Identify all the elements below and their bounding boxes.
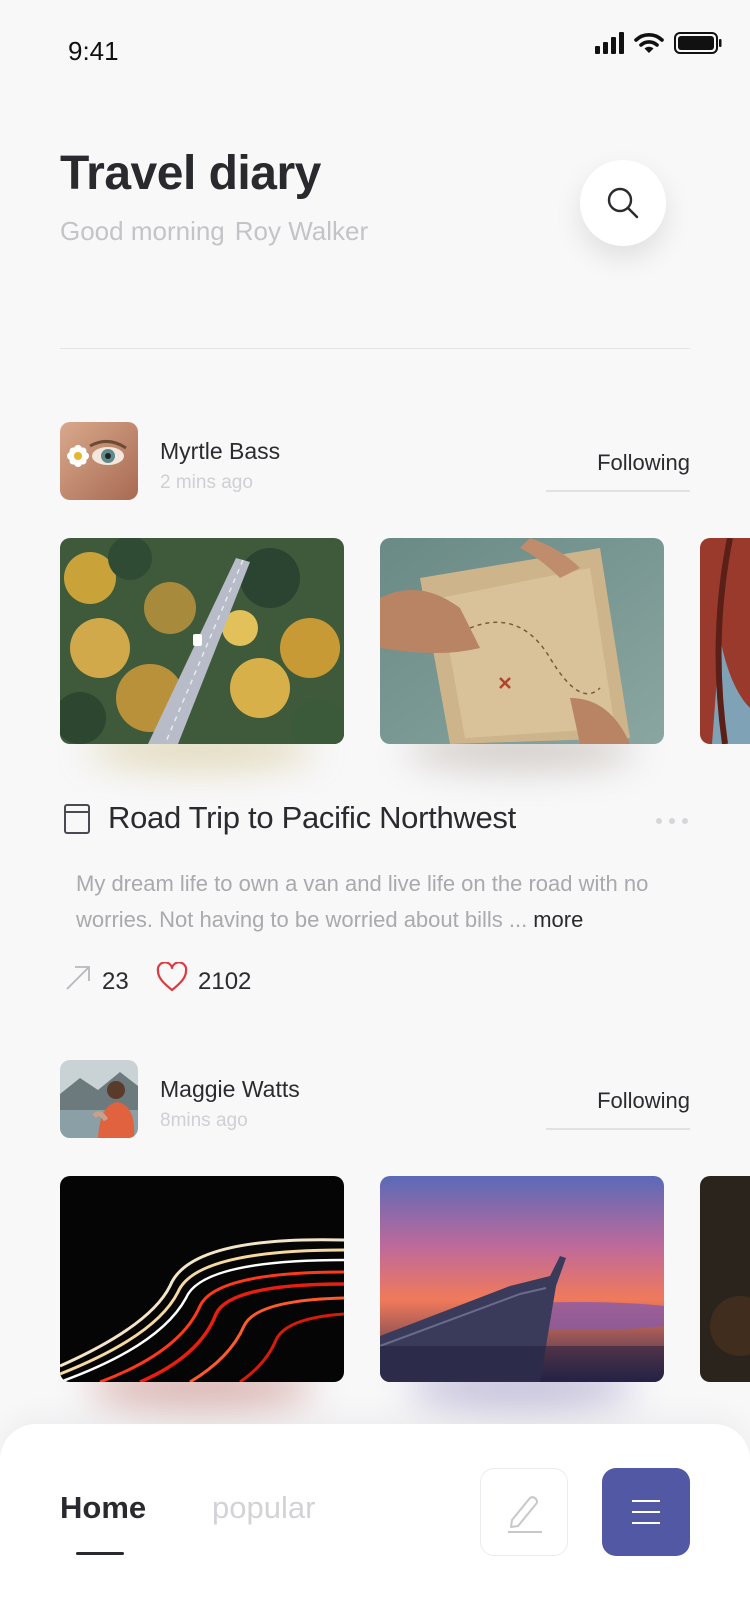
forest-road-photo[interactable]	[60, 538, 344, 744]
share-icon[interactable]	[64, 964, 92, 992]
nav-active-indicator	[76, 1552, 124, 1555]
dark-photo[interactable]	[700, 1176, 750, 1382]
hamburger-icon	[632, 1500, 660, 1524]
like-count: 2102	[198, 968, 252, 995]
heart-icon[interactable]	[156, 962, 188, 992]
post-time: 2 mins ago	[160, 472, 253, 493]
following-underline	[546, 1128, 690, 1130]
airplane-wing-sunset-photo[interactable]	[380, 1176, 664, 1382]
status-time: 9:41	[68, 36, 119, 66]
post-author[interactable]: Myrtle Bass	[160, 438, 280, 465]
search-icon	[607, 187, 639, 219]
avatar-myrtle-bass[interactable]	[60, 422, 138, 500]
post-time: 8mins ago	[160, 1110, 248, 1131]
wifi-icon	[634, 33, 664, 53]
canoe-photo[interactable]	[700, 538, 750, 744]
menu-button[interactable]	[602, 1468, 690, 1556]
user-name: Roy Walker	[234, 216, 369, 246]
post-title[interactable]: Road Trip to Pacific Northwest	[108, 800, 516, 836]
page-title: Travel diary	[60, 147, 321, 200]
nav-popular[interactable]: popular	[212, 1490, 315, 1526]
status-icons	[595, 32, 722, 54]
avatar-maggie-watts[interactable]	[60, 1060, 138, 1138]
more-link[interactable]: more	[533, 907, 583, 932]
greeting-text: Good morning	[60, 216, 225, 246]
treasure-map-photo[interactable]	[380, 538, 664, 744]
pencil-icon	[508, 1496, 542, 1533]
greeting: Good morning Roy Walker	[60, 216, 368, 247]
post-author[interactable]: Maggie Watts	[160, 1076, 300, 1103]
light-trails-photo[interactable]	[60, 1176, 344, 1382]
share-count: 23	[102, 968, 129, 995]
compose-button[interactable]	[480, 1468, 568, 1556]
post-excerpt: My dream life to own a van and live life…	[76, 866, 676, 938]
header-divider	[60, 348, 690, 349]
following-button[interactable]: Following	[546, 1088, 690, 1114]
search-button[interactable]	[580, 160, 666, 246]
cellular-signal-icon	[595, 32, 624, 54]
nav-home[interactable]: Home	[60, 1490, 146, 1526]
battery-icon	[674, 32, 722, 54]
following-button[interactable]: Following	[546, 450, 690, 476]
diary-icon	[64, 804, 90, 834]
more-options-icon[interactable]	[656, 818, 688, 824]
following-underline	[546, 490, 690, 492]
